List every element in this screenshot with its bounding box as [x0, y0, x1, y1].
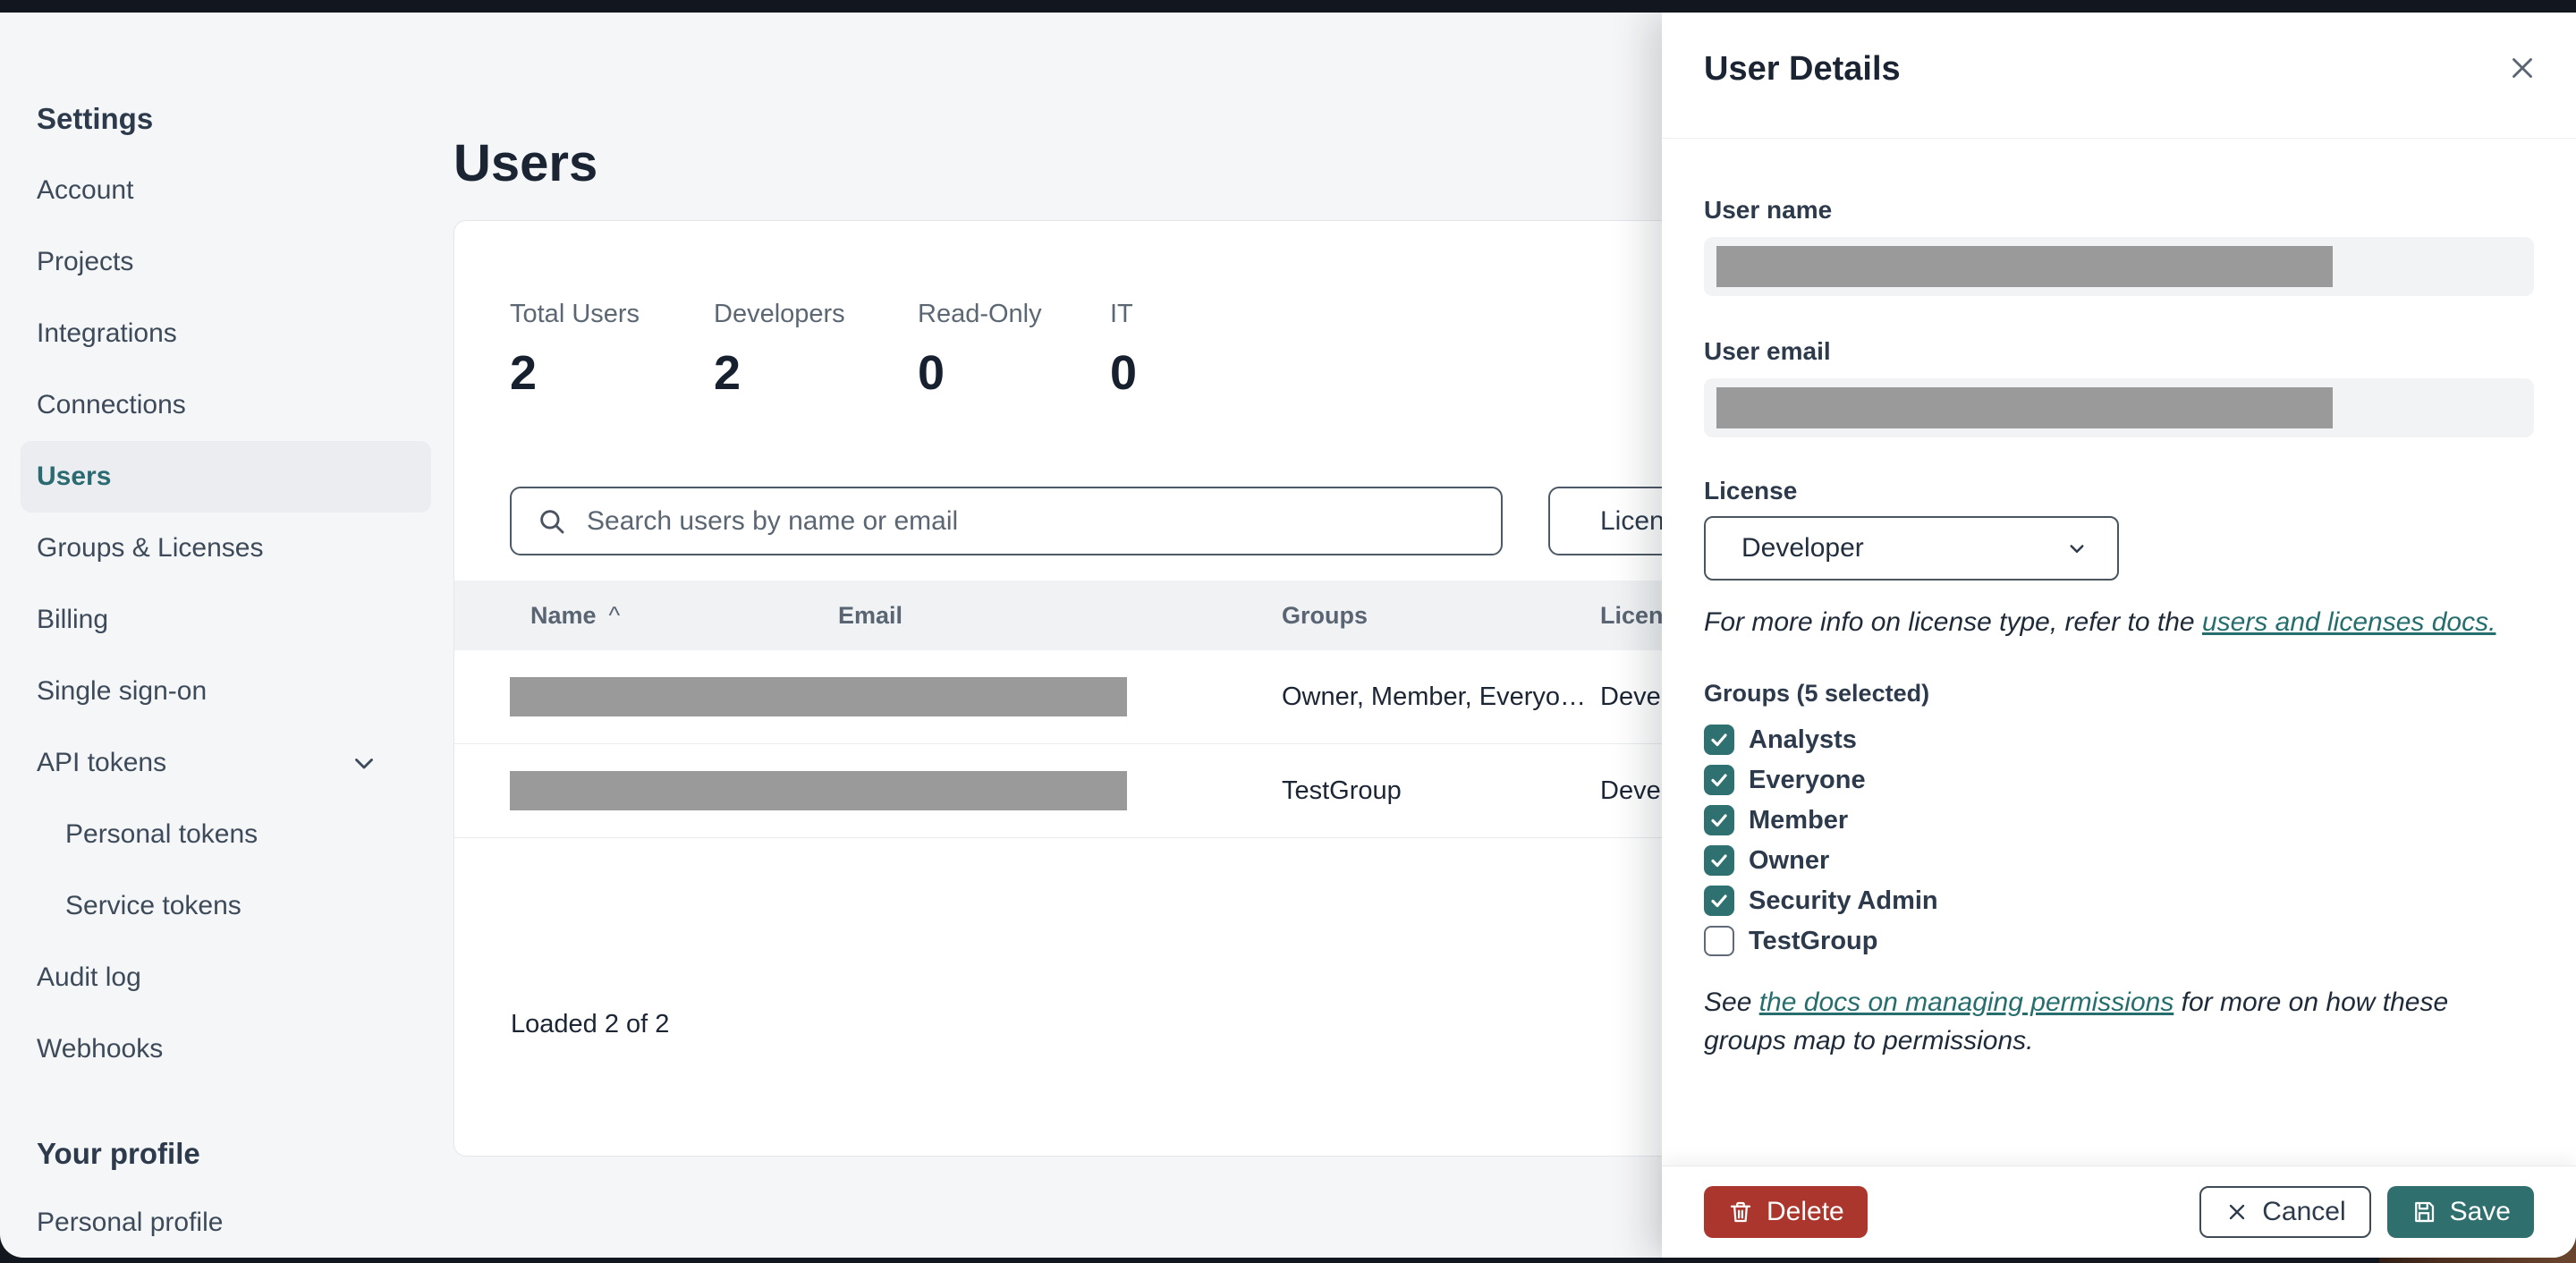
save-icon [2414, 1201, 2434, 1223]
sidebar-item-projects[interactable]: Projects [21, 226, 431, 298]
sidebar-nav-list: Account Projects Integrations Connection… [21, 155, 431, 1085]
user-name-label: User name [1704, 196, 1833, 224]
user-details-panel: User Details User name User email Licens… [1662, 13, 2576, 1258]
license-select[interactable]: Developer [1704, 516, 2119, 581]
checkbox-unchecked[interactable] [1704, 926, 1734, 957]
panel-title: User Details [1704, 50, 1901, 88]
group-option-testgroup: TestGroup [1704, 921, 2534, 962]
stat-developers: Developers 2 [714, 300, 845, 400]
groups-label: Groups (5 selected) [1704, 679, 1930, 707]
sidebar-item-single-sign-on[interactable]: Single sign-on [21, 656, 431, 727]
stat-total-users: Total Users 2 [510, 300, 640, 400]
redacted-name-email [510, 677, 1127, 716]
sidebar-item-personal-profile[interactable]: Personal profile [21, 1187, 431, 1258]
delete-button[interactable]: Delete [1704, 1186, 1868, 1238]
sidebar-item-groups-licenses[interactable]: Groups & Licenses [21, 513, 431, 584]
search-users-box [510, 487, 1503, 555]
checkbox-checked[interactable] [1704, 805, 1734, 836]
search-users-input[interactable] [585, 504, 1501, 538]
trash-icon [1730, 1201, 1751, 1223]
settings-sidebar: Settings Account Projects Integrations C… [0, 13, 452, 1258]
sort-ascending-icon: ^ [608, 601, 621, 629]
sidebar-item-integrations[interactable]: Integrations [21, 298, 431, 369]
sidebar-item-audit-log[interactable]: Audit log [21, 942, 431, 1013]
redacted-value [1716, 246, 2333, 287]
close-icon [2230, 1204, 2245, 1220]
sidebar-item-account[interactable]: Account [21, 155, 431, 226]
panel-header: User Details [1662, 13, 2576, 139]
stat-read-only: Read-Only 0 [918, 300, 1042, 400]
row-groups-cell: Owner, Member, Everyo… [1282, 682, 1587, 711]
group-option-everyone: Everyone [1704, 760, 2534, 801]
panel-footer: Delete Cancel Save [1662, 1166, 2576, 1258]
groups-checkbox-list: Analysts Everyone Member Owner Security … [1704, 720, 2534, 962]
search-icon [537, 506, 567, 537]
checkbox-checked[interactable] [1704, 845, 1734, 877]
sidebar-item-personal-tokens[interactable]: Personal tokens [21, 799, 431, 870]
chevron-down-icon [2063, 535, 2090, 562]
checkbox-checked[interactable] [1704, 725, 1734, 756]
sidebar-section-title: Settings [37, 102, 154, 135]
license-info-text: For more info on license type, refer to … [1704, 607, 2496, 637]
row-groups-cell: TestGroup [1282, 776, 1402, 805]
group-option-analysts: Analysts [1704, 720, 2534, 760]
close-icon [2505, 51, 2539, 85]
sidebar-item-billing[interactable]: Billing [21, 584, 431, 656]
license-label: License [1704, 477, 1798, 504]
managing-permissions-docs-link[interactable]: the docs on managing permissions [1759, 988, 2174, 1017]
user-email-field[interactable] [1704, 378, 2534, 437]
sidebar-item-webhooks[interactable]: Webhooks [21, 1013, 431, 1085]
group-option-security-admin: Security Admin [1704, 881, 2534, 921]
close-panel-button[interactable] [2503, 48, 2542, 88]
redacted-value [1716, 387, 2333, 428]
user-email-label: User email [1704, 337, 1831, 365]
sidebar-item-service-tokens[interactable]: Service tokens [21, 870, 431, 942]
permissions-note: See the docs on managing permissions for… [1704, 987, 2449, 1056]
license-select-value: Developer [1741, 533, 1864, 563]
column-header-groups[interactable]: Groups [1282, 581, 1368, 650]
checkbox-checked[interactable] [1704, 765, 1734, 796]
group-option-member: Member [1704, 801, 2534, 841]
cancel-button[interactable]: Cancel [2199, 1186, 2371, 1238]
users-and-licenses-docs-link[interactable]: users and licenses docs. [2202, 607, 2496, 637]
stat-it: IT 0 [1110, 300, 1138, 400]
user-name-field[interactable] [1704, 237, 2534, 296]
save-button[interactable]: Save [2386, 1186, 2534, 1238]
column-header-email[interactable]: Email [838, 581, 902, 650]
sidebar-profile-section-title: Your profile [37, 1137, 200, 1170]
sidebar-item-connections[interactable]: Connections [21, 369, 431, 441]
loaded-status: Loaded 2 of 2 [511, 1010, 670, 1038]
column-header-name[interactable]: Name ^ [530, 581, 620, 650]
panel-body: User name User email License Developer F… [1662, 139, 2576, 1166]
chevron-down-icon [349, 748, 379, 778]
sidebar-item-api-tokens[interactable]: API tokens [21, 727, 431, 799]
sidebar-item-users[interactable]: Users [21, 441, 431, 513]
page-title: Users [453, 133, 598, 192]
app-window: Settings Account Projects Integrations C… [0, 13, 2576, 1258]
checkbox-checked[interactable] [1704, 886, 1734, 917]
user-stats: Total Users 2 Developers 2 Read-Only 0 I… [510, 300, 1137, 401]
redacted-name-email [510, 771, 1127, 810]
group-option-owner: Owner [1704, 841, 2534, 881]
